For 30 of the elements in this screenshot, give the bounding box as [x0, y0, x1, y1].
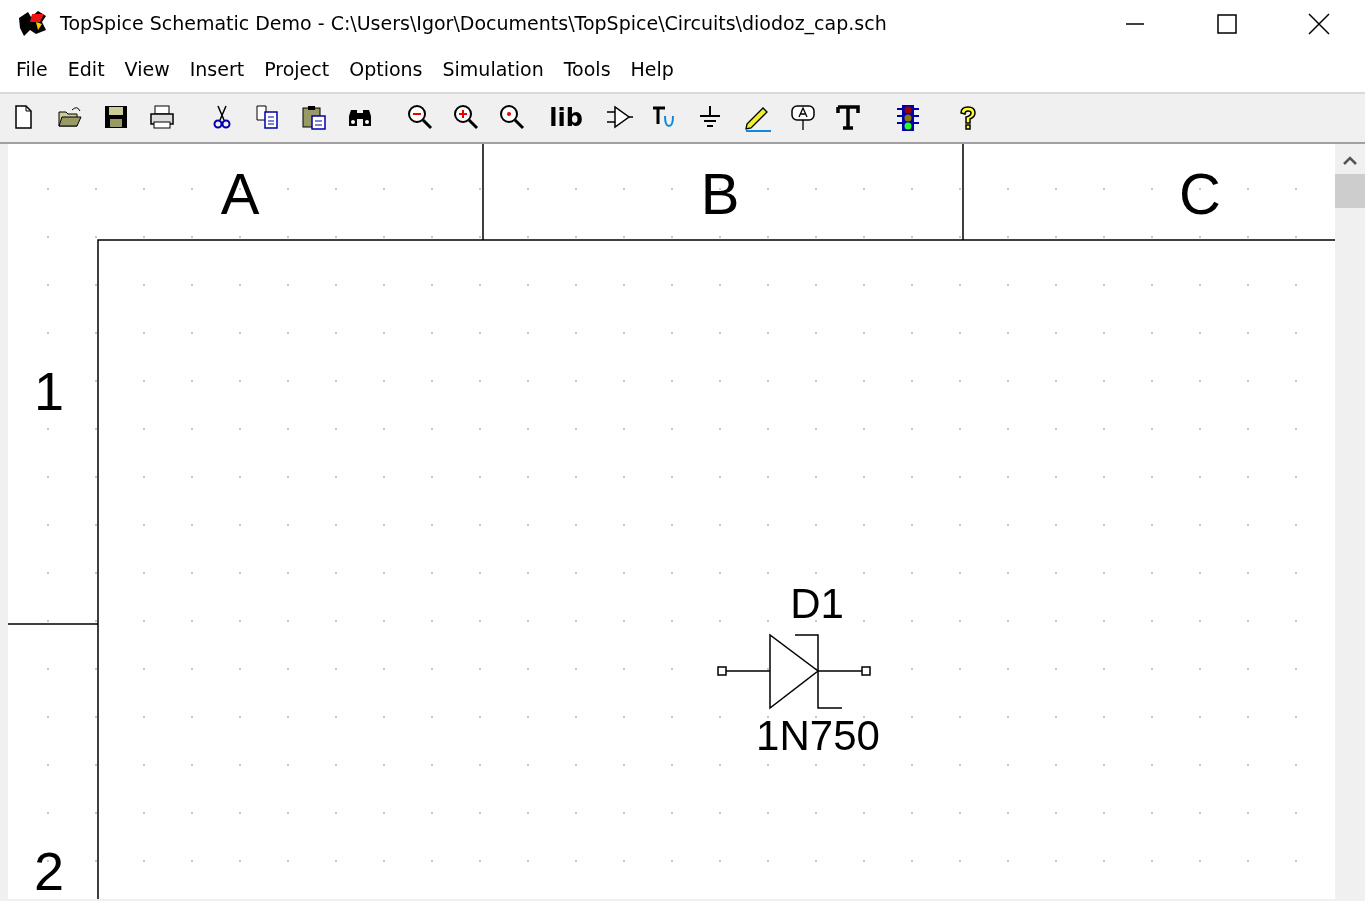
menu-item[interactable]: Help: [620, 50, 684, 88]
print-icon: [149, 104, 177, 132]
menu-item[interactable]: Project: [254, 50, 340, 88]
menu-item[interactable]: File: [6, 50, 58, 88]
zone-row-label: 2: [34, 841, 64, 899]
menu-item[interactable]: View: [114, 50, 180, 88]
zoom-out-icon: [407, 104, 435, 132]
label-tag-icon: [789, 104, 817, 132]
zone-column-label: C: [1179, 161, 1221, 226]
paste-icon: [301, 104, 329, 132]
component-reference: D1: [790, 580, 844, 627]
text-tool-icon: [835, 104, 863, 132]
component-value: 1N750: [756, 712, 880, 759]
menu-item[interactable]: Insert: [179, 50, 255, 88]
zener-diode-symbol[interactable]: [717, 633, 871, 710]
zone-column-label: B: [700, 161, 740, 226]
close-icon: [1305, 12, 1333, 35]
menu-item[interactable]: Tools: [553, 50, 621, 88]
caret-up-icon: [1342, 154, 1358, 165]
zoom-in-icon: [453, 104, 481, 132]
minimize-icon: [1126, 21, 1144, 26]
window-title: TopSpice Schematic Demo - C:\Users\Igor\Documents\TopSpice\Circuits\diodoz_cap.sch: [60, 10, 887, 37]
library-button[interactable]: lib: [540, 99, 592, 137]
zoom-icon: [499, 104, 527, 132]
zone-row-label: 1: [34, 361, 64, 421]
menu-item[interactable]: Options: [339, 50, 433, 88]
zone-column-label: A: [220, 161, 260, 226]
scrollbar-thumb[interactable]: [1335, 174, 1365, 208]
menu-item[interactable]: Edit: [57, 50, 115, 88]
menu-item[interactable]: Simulation: [432, 50, 554, 88]
